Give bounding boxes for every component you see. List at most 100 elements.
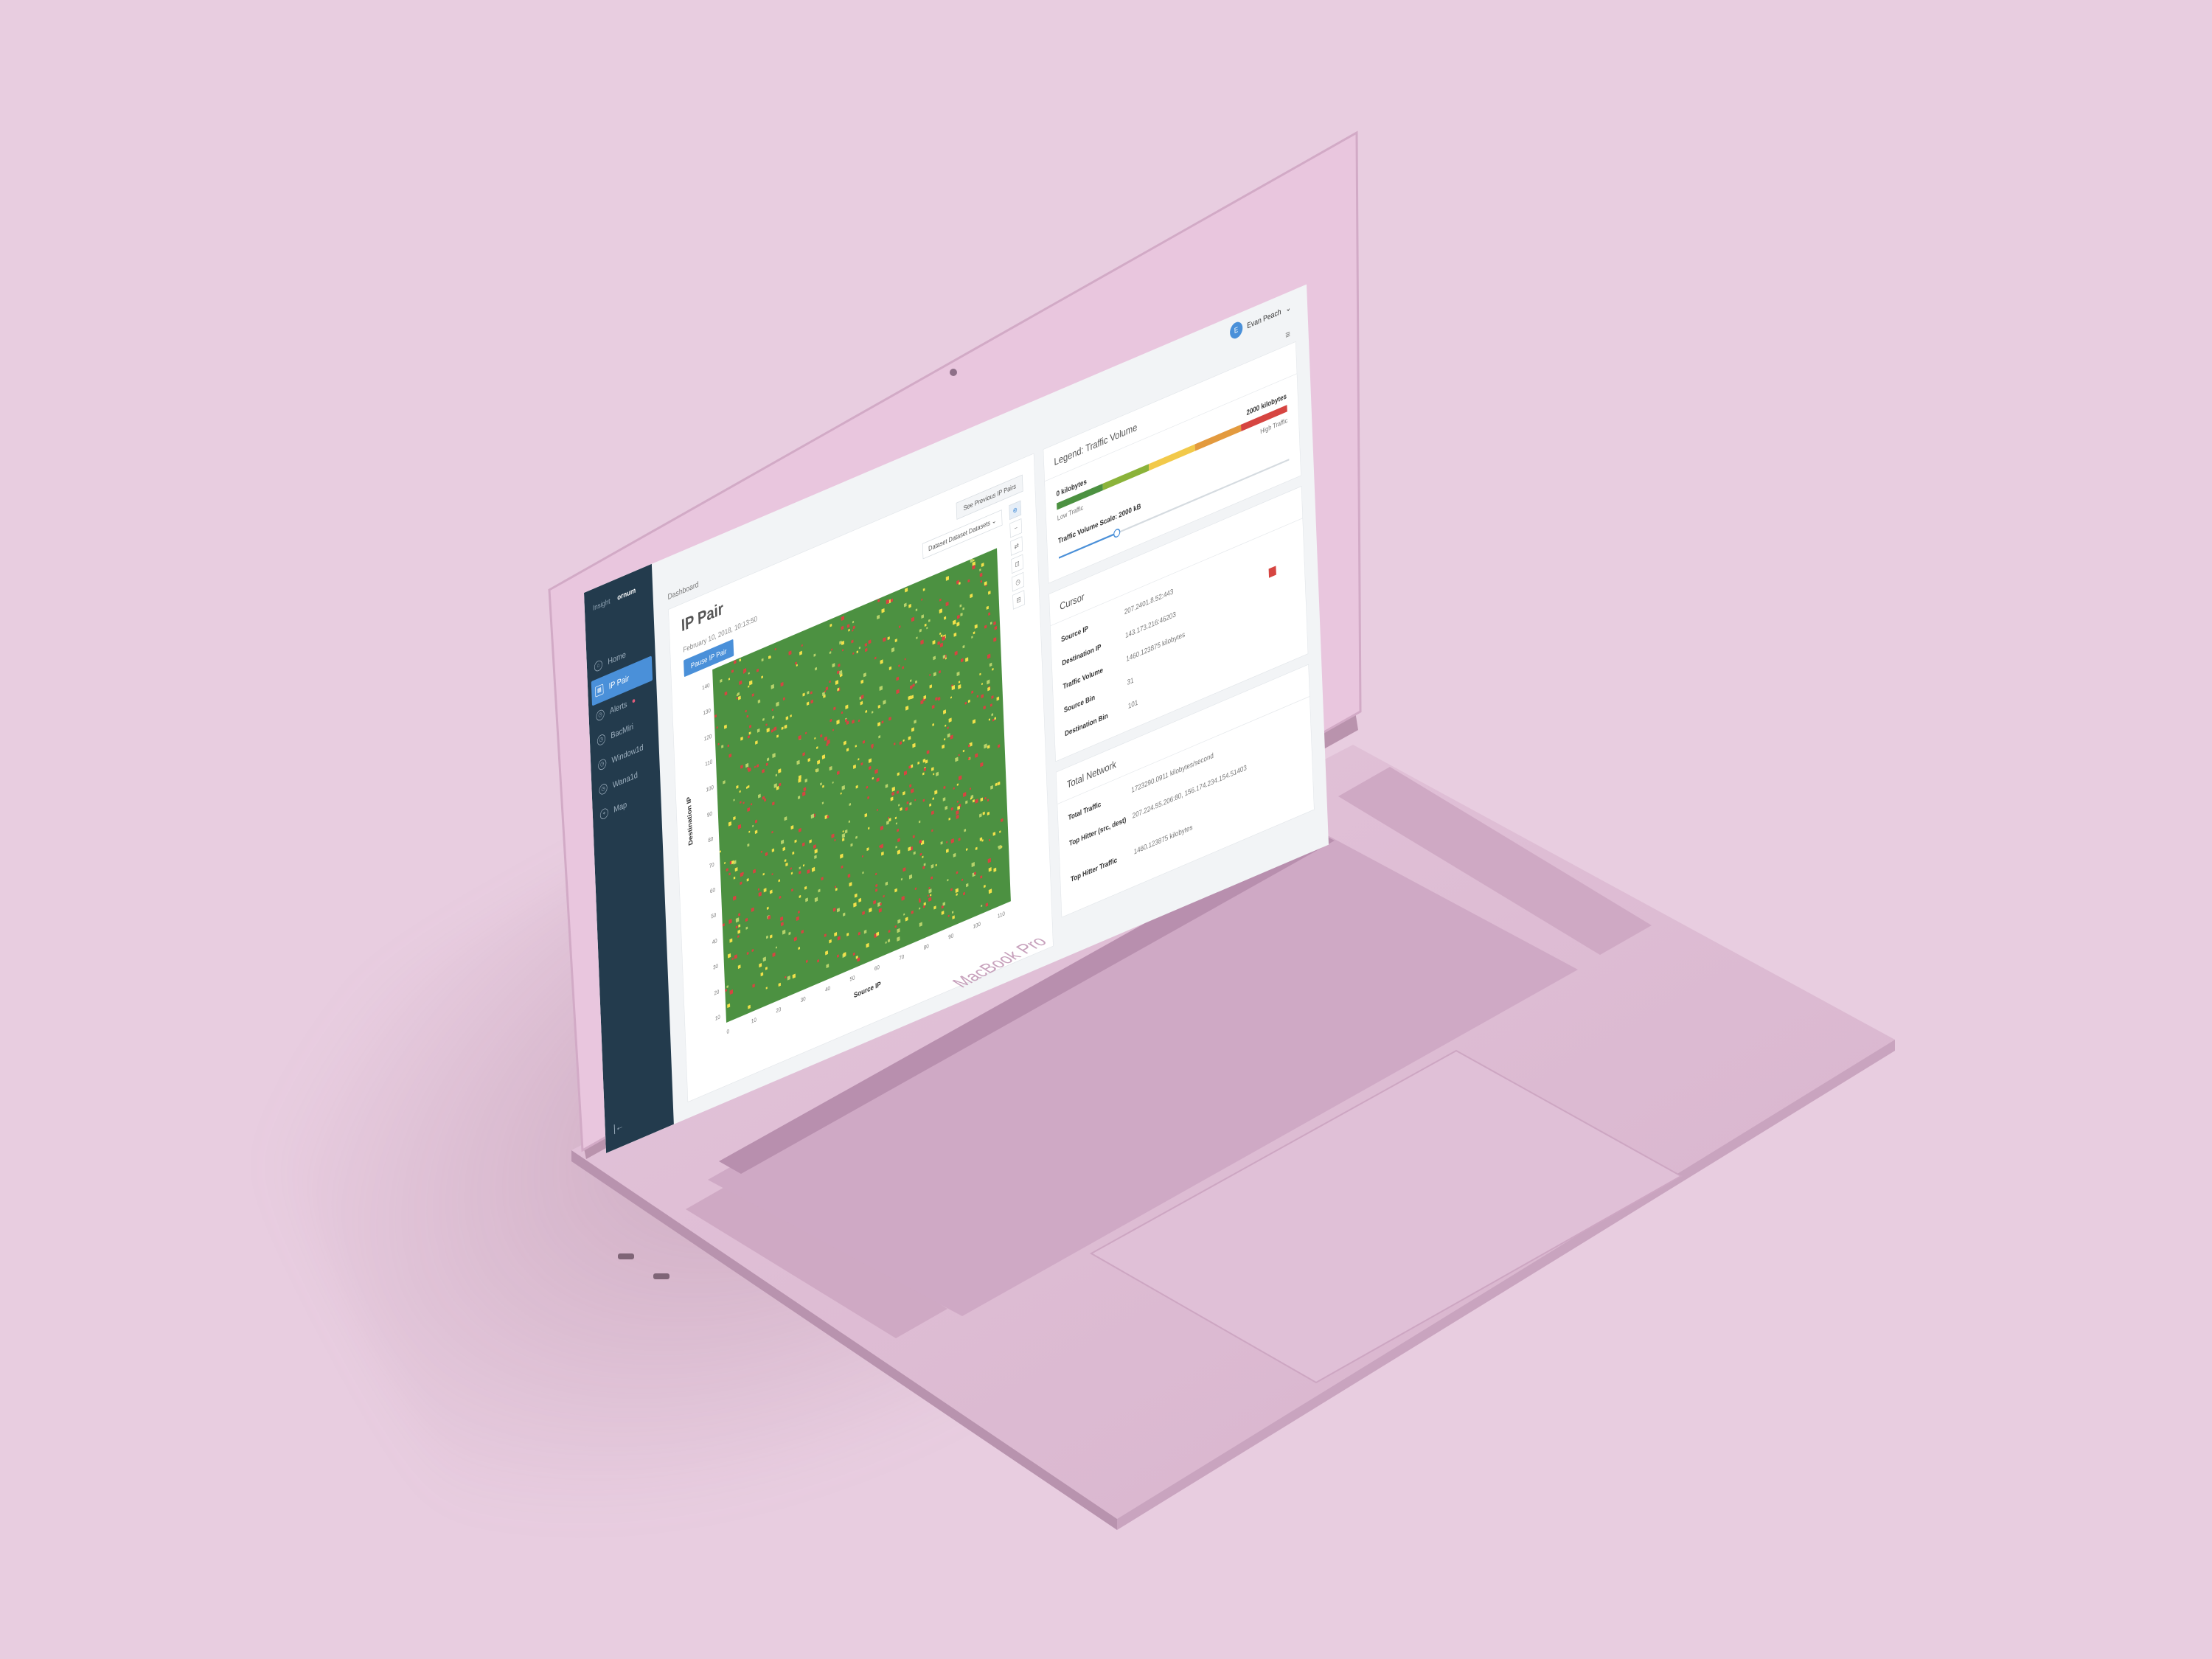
x-tick-label: 40 (825, 985, 831, 994)
heatmap-cell (775, 946, 777, 949)
heatmap-cell (820, 734, 823, 738)
heatmap-cell (899, 741, 902, 745)
heatmap-cell (991, 713, 994, 717)
y-tick-label: 100 (706, 784, 714, 793)
heatmap-cell (871, 711, 874, 714)
heatmap-cell (723, 724, 727, 729)
heatmap-cell (841, 616, 845, 622)
heatmap-cell (757, 793, 761, 799)
history-icon[interactable]: ◷ (1012, 571, 1024, 592)
x-tick-label: 80 (923, 943, 929, 952)
heatmap-cell (747, 807, 751, 813)
heatmap-cell (724, 861, 726, 864)
heatmap-cell (748, 680, 753, 686)
hamburger-menu-icon[interactable]: ≡ (1285, 328, 1290, 342)
gradient-segment (1194, 424, 1242, 451)
heatmap-cell (987, 811, 990, 816)
heatmap-cell (872, 776, 874, 780)
heatmap-cell (846, 932, 849, 936)
grid-icon: ▦ (595, 684, 604, 698)
heatmap-cell (843, 952, 846, 957)
heatmap-cell (784, 724, 787, 729)
heatmap-cell (841, 832, 845, 838)
heatmap-cell (897, 928, 900, 933)
heatmap-cell (733, 816, 736, 821)
heatmap-cell (896, 790, 900, 795)
heatmap-cell (811, 866, 815, 872)
heatmap-cell (928, 886, 931, 890)
heatmap-cell (960, 612, 963, 616)
reset-icon[interactable]: ⊟ (1012, 590, 1025, 610)
heatmap-cell (989, 662, 992, 667)
heatmap-cell (765, 762, 768, 766)
heatmap-cell (846, 624, 850, 628)
heatmap-cell (729, 989, 734, 995)
heatmap-cell (740, 736, 743, 741)
heatmap-cell (905, 705, 909, 711)
heatmap-cell (810, 691, 813, 695)
heatmap-cell (778, 879, 781, 883)
heatmap-cell (913, 851, 916, 855)
avatar[interactable]: E (1229, 319, 1243, 341)
heatmap-cell (841, 625, 844, 630)
heatmap-cell (953, 852, 956, 858)
user-name[interactable]: Evan Peach (1247, 307, 1281, 330)
heatmap-cell (945, 601, 949, 607)
heatmap-cell (933, 672, 936, 677)
heatmap-cell (740, 801, 742, 804)
heatmap-cell (898, 625, 901, 628)
y-tick-label: 70 (709, 861, 714, 870)
heatmap-cell (983, 705, 986, 710)
heatmap-cell (849, 802, 852, 807)
x-tick-label: 20 (776, 1006, 782, 1015)
y-tick-label: 60 (709, 886, 716, 895)
heatmap-cell (921, 614, 925, 619)
heatmap-cell (799, 866, 801, 870)
heatmap-cell (969, 787, 972, 790)
heatmap-cell (861, 855, 863, 858)
collapse-sidebar-icon[interactable]: |← (613, 1119, 625, 1135)
heatmap-cell (880, 844, 884, 849)
x-tick-label: 10 (751, 1016, 757, 1026)
heatmap-cell (830, 623, 832, 627)
heatmap-cell (765, 935, 768, 939)
slider-knob[interactable] (1113, 527, 1121, 539)
heatmap-cell (897, 838, 900, 843)
heatmap-cell (726, 868, 728, 872)
heatmap-cell (756, 764, 759, 768)
y-tick-label: 140 (702, 682, 710, 692)
heatmap-cell (994, 625, 998, 630)
heatmap-cell (757, 728, 760, 733)
pan-icon[interactable]: ⇄ (1010, 536, 1023, 556)
zoom-out-icon[interactable]: − (1009, 518, 1023, 538)
heatmap-cell (887, 636, 890, 641)
heatmap-cell (835, 888, 838, 891)
heatmap-cell (801, 842, 805, 846)
heatmap-cell (751, 907, 754, 912)
heatmap-cell (805, 731, 807, 734)
heatmap-cell (943, 785, 946, 790)
heatmap-cell (825, 686, 829, 691)
heatmap-cell (754, 765, 757, 768)
heatmap-cell (888, 929, 891, 933)
heatmap-cell (762, 717, 765, 721)
heatmap-cell (729, 938, 733, 943)
select-icon[interactable]: ⊡ (1011, 554, 1023, 574)
heatmap-cell (948, 817, 950, 821)
zoom-in-icon[interactable]: ⊕ (1009, 500, 1022, 521)
heatmap-cell (831, 648, 833, 651)
row-value: 101 (1127, 698, 1138, 711)
heatmap-cell (931, 767, 934, 771)
heatmap-cell (881, 720, 884, 724)
scene: Insight ornum ⌂ Home ▦ IP Pair ◷ Alerts (0, 0, 2212, 1659)
heatmap-cell (920, 639, 924, 645)
heatmap-cell (987, 679, 990, 685)
heatmap-cell (747, 843, 750, 847)
heatmap-cell (824, 933, 827, 937)
heatmap-cell (832, 781, 834, 784)
chevron-down-icon[interactable]: ⌄ (1285, 302, 1291, 314)
heatmap-cell (980, 797, 984, 802)
heatmap-cell (936, 771, 939, 776)
heatmap-cell (931, 704, 935, 709)
heatmap-cell (909, 801, 912, 806)
